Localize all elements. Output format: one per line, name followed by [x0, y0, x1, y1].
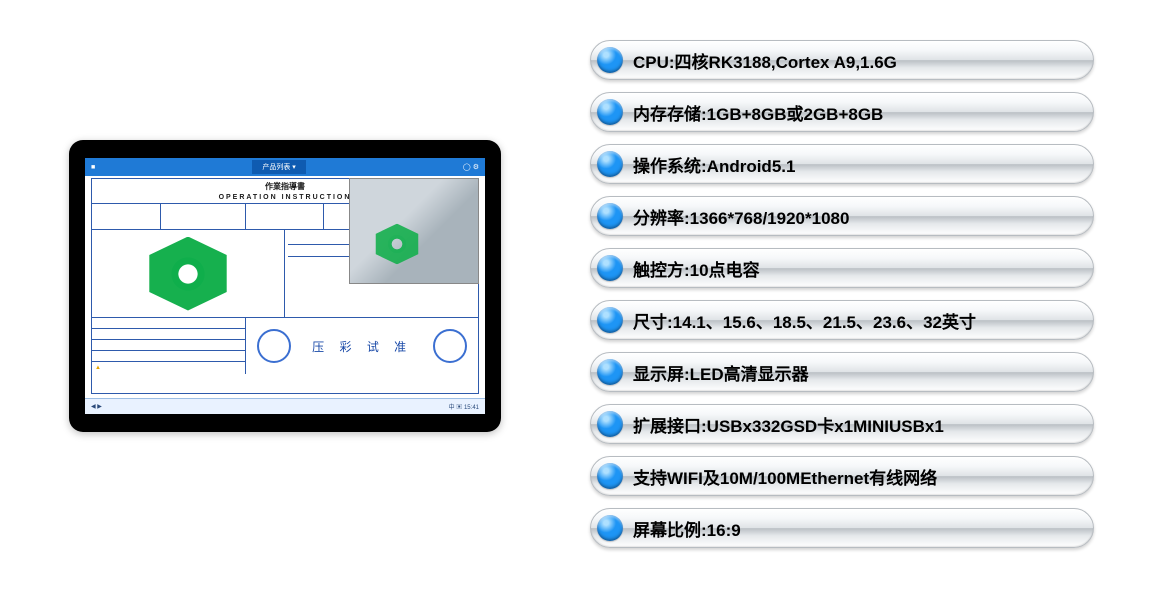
pcb-icon	[143, 237, 233, 311]
bullet-icon	[597, 203, 623, 229]
spec-label: 扩展接口:USBx332GSD卡x1MINIUSBx1	[633, 412, 944, 437]
spec-label: 显示屏:LED高清显示器	[633, 360, 809, 385]
doc-main-image	[92, 230, 285, 317]
bullet-icon	[597, 359, 623, 385]
spec-item: 显示屏:LED高清显示器	[590, 352, 1094, 392]
spec-label: 分辨率:1366*768/1920*1080	[633, 204, 849, 229]
bullet-icon	[597, 255, 623, 281]
taskbar-right: 中 ▣ 15:41	[449, 402, 479, 411]
topbar-right: ◯ ⚙	[463, 163, 479, 171]
spec-item: 触控方:10点电容	[590, 248, 1094, 288]
spec-item: 支持WIFI及10M/100MEthernet有线网络	[590, 456, 1094, 496]
bullet-icon	[597, 463, 623, 489]
bullet-icon	[597, 307, 623, 333]
bullet-icon	[597, 411, 623, 437]
spec-label: 内存存储:1GB+8GB或2GB+8GB	[633, 100, 883, 125]
doc-lower-row: ▲ 压 彩 试 准	[92, 318, 478, 374]
page-wrap: ■ 产品列表 ▾ ◯ ⚙ 作業指導書 OPERATION INSTRUCTION	[0, 0, 1170, 593]
stamp-seal-icon	[257, 329, 291, 363]
warning-icon: ▲	[95, 365, 101, 371]
doc-stamp-area: 压 彩 试 准	[246, 318, 478, 374]
spec-item: 内存存储:1GB+8GB或2GB+8GB	[590, 92, 1094, 132]
spec-label: CPU:四核RK3188,Cortex A9,1.6G	[633, 48, 897, 73]
spec-item: 扩展接口:USBx332GSD卡x1MINIUSBx1	[590, 404, 1094, 444]
app-taskbar: ◀ ▶ 中 ▣ 15:41	[85, 398, 485, 414]
stamp-seal-icon	[433, 329, 467, 363]
taskbar-left: ◀ ▶	[91, 403, 102, 410]
bullet-icon	[597, 99, 623, 125]
doc-title-cn: 作業指導書	[265, 182, 305, 191]
video-overlay	[349, 178, 479, 284]
topbar-left: ■	[91, 164, 95, 171]
spec-item: 尺寸:14.1、15.6、18.5、21.5、23.6、32英寸	[590, 300, 1094, 340]
stamp-text: 压 彩 试 准	[312, 338, 412, 355]
doc-lower-left: ▲	[92, 318, 246, 374]
spec-label: 支持WIFI及10M/100MEthernet有线网络	[633, 464, 937, 489]
spec-item: 屏幕比例:16:9	[590, 508, 1094, 548]
bullet-icon	[597, 47, 623, 73]
spec-label: 触控方:10点电容	[633, 256, 760, 281]
spec-list: CPU:四核RK3188,Cortex A9,1.6G 内存存储:1GB+8GB…	[570, 0, 1170, 593]
app-topbar: ■ 产品列表 ▾ ◯ ⚙	[85, 158, 485, 176]
bullet-icon	[597, 151, 623, 177]
spec-label: 屏幕比例:16:9	[633, 516, 741, 541]
product-image-area: ■ 产品列表 ▾ ◯ ⚙ 作業指導書 OPERATION INSTRUCTION	[0, 0, 570, 593]
spec-label: 尺寸:14.1、15.6、18.5、21.5、23.6、32英寸	[633, 308, 976, 333]
bullet-icon	[597, 515, 623, 541]
tablet-screen: ■ 产品列表 ▾ ◯ ⚙ 作業指導書 OPERATION INSTRUCTION	[85, 158, 485, 414]
tablet-device: ■ 产品列表 ▾ ◯ ⚙ 作業指導書 OPERATION INSTRUCTION	[69, 140, 501, 432]
spec-item: 操作系统:Android5.1	[590, 144, 1094, 184]
spec-item: CPU:四核RK3188,Cortex A9,1.6G	[590, 40, 1094, 80]
pcb-icon	[372, 224, 422, 265]
topbar-tab: 产品列表 ▾	[252, 160, 305, 174]
spec-label: 操作系统:Android5.1	[633, 152, 795, 177]
spec-item: 分辨率:1366*768/1920*1080	[590, 196, 1094, 236]
doc-title-en: OPERATION INSTRUCTION	[219, 194, 352, 201]
